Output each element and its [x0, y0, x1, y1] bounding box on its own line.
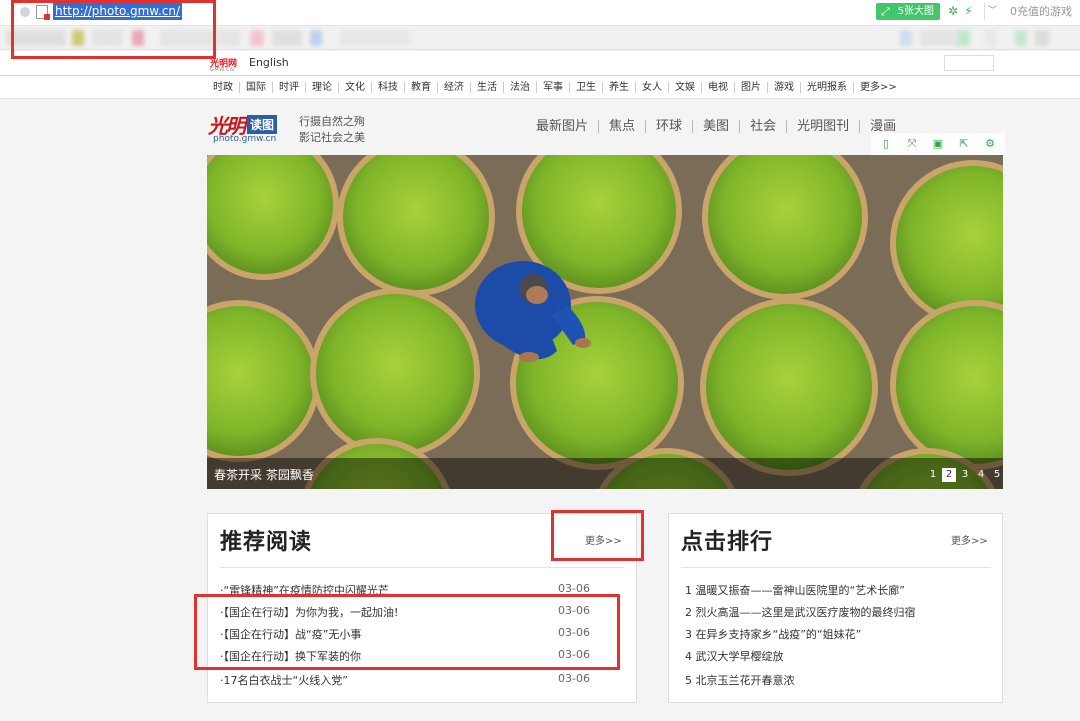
ranking-item[interactable]: 4 武汉大学早樱绽放 — [685, 648, 784, 664]
nav-item[interactable]: 女人 — [636, 81, 669, 93]
hero-caption[interactable]: 春茶开采 茶园飘香 — [214, 466, 314, 483]
english-link[interactable]: English — [249, 56, 289, 69]
bookmark-item[interactable] — [920, 30, 960, 46]
pager-item[interactable]: 1 — [926, 468, 940, 482]
gmw-logo-sub: GMW.CN — [210, 67, 235, 73]
slogan-line-1: 行摄自然之殉 — [299, 115, 365, 128]
hero-caption-bar — [207, 458, 1003, 489]
logo-domain: photo.gmw.cn — [213, 134, 277, 144]
nav-item[interactable]: 时政 — [207, 81, 240, 93]
nav-item[interactable]: 理论 — [306, 81, 339, 93]
bookmark-item[interactable] — [1035, 30, 1049, 46]
section-tab[interactable]: 最新图片 — [536, 120, 600, 133]
nav-item[interactable]: 科技 — [372, 81, 405, 93]
bookmark-item[interactable] — [958, 30, 970, 46]
nav-item[interactable]: 电视 — [702, 81, 735, 93]
section-tab[interactable]: 漫画 — [860, 120, 906, 133]
nav-item[interactable]: 法治 — [504, 81, 537, 93]
bookmark-item[interactable] — [1015, 30, 1027, 46]
chevron-down-icon[interactable]: ﹀ — [984, 3, 1000, 20]
bookmark-item[interactable] — [272, 30, 302, 46]
ranking-more-link[interactable]: 更多>> — [951, 532, 988, 547]
nav-item[interactable]: 更多>> — [854, 82, 903, 93]
section-tab[interactable]: 美图 — [693, 120, 741, 133]
bookmark-item[interactable] — [985, 30, 997, 46]
bookmark-item[interactable] — [340, 30, 410, 46]
divider — [220, 567, 624, 568]
nav-item[interactable]: 文化 — [339, 81, 372, 93]
ranking-panel: 点击排行 更多>> 1 温暖又振奋——雷神山医院里的“艺术长廊” 2 烈火高温——… — [668, 513, 1003, 703]
nav-item[interactable]: 国际 — [240, 81, 273, 93]
large-pictures-button[interactable]: 5张大图 — [876, 3, 940, 20]
lightning-icon[interactable]: ⚡ — [964, 4, 972, 18]
nav-item[interactable]: 时评 — [273, 81, 306, 93]
ranking-item[interactable]: 3 在异乡支持家乡“战疫”的“姐妹花” — [685, 626, 861, 642]
main-nav-items: 时政 国际 时评 理论 文化 科技 教育 经济 生活 法治 军事 卫生 养生 女人 文娱 电视 图片 游戏 光明报系… — [207, 76, 987, 98]
game-promo-text[interactable]: 0充值的游戏 — [1010, 3, 1072, 20]
nav-item[interactable]: 光明报系 — [801, 81, 854, 93]
nav-item[interactable]: 游戏 — [768, 81, 801, 93]
save-icon[interactable]: ▣ — [925, 135, 951, 153]
slogan-line-2: 影记社会之美 — [299, 131, 365, 144]
bookmark-item[interactable] — [900, 30, 912, 46]
photo-channel-logo[interactable]: 光明 读图 photo.gmw.cn — [208, 110, 278, 144]
recommend-title: 推荐阅读 — [220, 530, 313, 555]
slogan: 行摄自然之殉 影记社会之美 — [299, 114, 365, 146]
hero-pager: 12345 — [924, 468, 1004, 482]
site-search-input[interactable] — [944, 55, 994, 71]
section-tab[interactable]: 光明图刊 — [787, 120, 861, 133]
divider — [681, 567, 991, 568]
ranking-item[interactable]: 2 烈火高温——这里是武汉医疗废物的最终归宿 — [685, 604, 916, 620]
pager-item[interactable]: 4 — [974, 468, 988, 482]
nav-item[interactable]: 生活 — [471, 81, 504, 93]
recommend-item-date: 03-06 — [558, 672, 590, 685]
bookmark-item[interactable] — [250, 30, 264, 46]
share-icon[interactable]: ⇱ — [951, 135, 977, 153]
bookmark-item[interactable] — [310, 30, 322, 46]
logo-badge: 读图 — [247, 115, 278, 134]
fullscreen-icon[interactable]: ⤧ — [899, 135, 925, 153]
hero-toolbar: ▯ ⤧ ▣ ⇱ ⚙ — [871, 133, 1005, 155]
nav-item[interactable]: 图片 — [735, 81, 768, 93]
nav-item[interactable]: 文娱 — [669, 81, 702, 93]
section-tabs: 最新图片 焦点 环球 美图 社会 光明图刊 漫画 — [536, 120, 906, 133]
nav-item[interactable]: 经济 — [438, 81, 471, 93]
ranking-item[interactable]: 1 温暖又振奋——雷神山医院里的“艺术长廊” — [685, 582, 905, 598]
address-tool-icons: ✲ ⚡ — [948, 4, 979, 18]
pager-item[interactable]: 2 — [942, 468, 956, 482]
nav-item[interactable]: 卫生 — [570, 81, 603, 93]
recommend-item-title[interactable]: ·17名白衣战士“火线入党” — [220, 672, 348, 688]
nav-item[interactable]: 军事 — [537, 81, 570, 93]
hero-image[interactable] — [207, 155, 1003, 489]
pager-item[interactable]: 5 — [990, 468, 1004, 482]
ranking-item[interactable]: 5 北京玉兰花开春意浓 — [685, 672, 795, 688]
main-nav: 时政 国际 时评 理论 文化 科技 教育 经济 生活 法治 军事 卫生 养生 女人 文娱 电视 图片 游戏 光明报系… — [0, 75, 1080, 99]
section-tab[interactable]: 焦点 — [599, 120, 647, 133]
annotation-box-list — [194, 594, 620, 670]
recommend-item[interactable]: ·17名白衣战士“火线入党” 03-06 — [220, 672, 590, 688]
section-tab[interactable]: 社会 — [740, 120, 788, 133]
settings-icon[interactable]: ⚙ — [977, 135, 1003, 153]
ranking-title: 点击排行 — [681, 530, 774, 555]
refresh-settings-icon[interactable]: ✲ — [948, 4, 958, 18]
annotation-box-url — [11, 0, 216, 59]
nav-item[interactable]: 养生 — [603, 81, 636, 93]
nav-item[interactable]: 教育 — [405, 81, 438, 93]
tea-baskets-illustration — [207, 155, 1003, 489]
phone-icon[interactable]: ▯ — [873, 135, 899, 153]
annotation-box-more — [551, 510, 644, 561]
pager-item[interactable]: 3 — [958, 468, 972, 482]
section-tab[interactable]: 环球 — [646, 120, 694, 133]
